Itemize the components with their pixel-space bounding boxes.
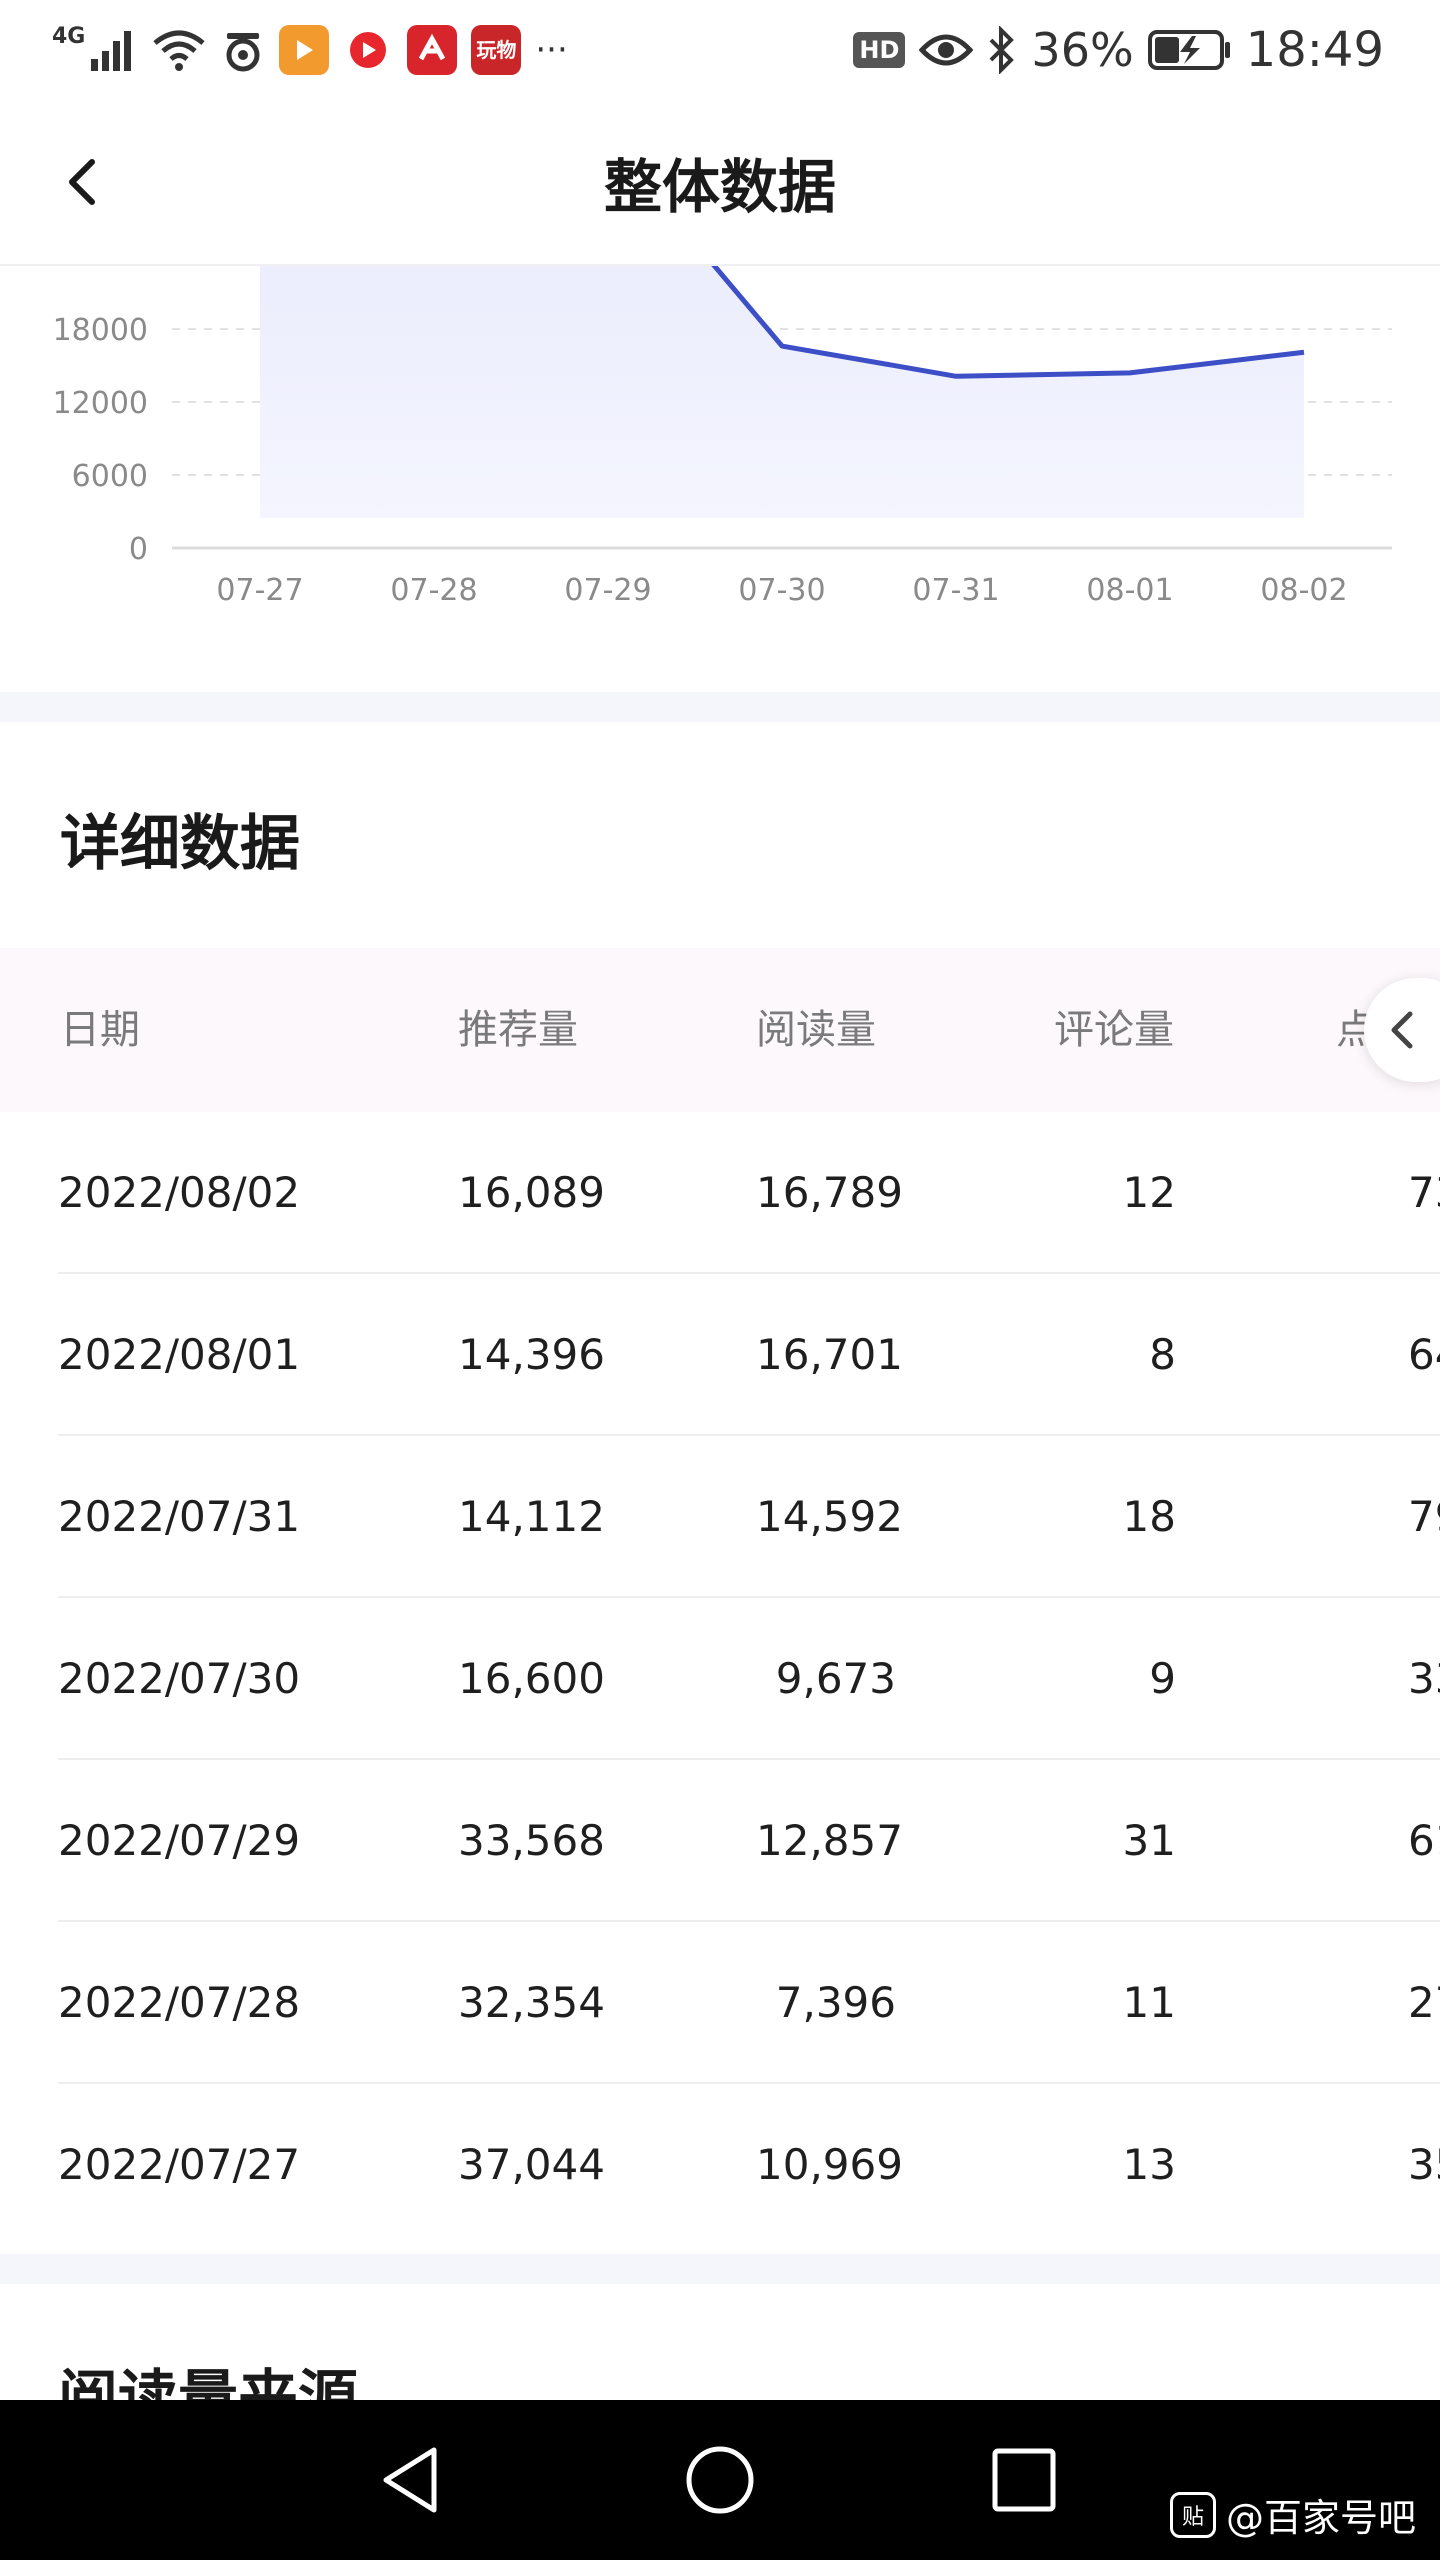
col-header-comment: 评论量 (1054, 1007, 1174, 1053)
col-header-read: 阅读量 (756, 1007, 876, 1053)
nav-recent-button[interactable] (984, 2440, 1064, 2520)
cell-comment: 11 (1122, 1978, 1176, 2027)
watermark-logo: 贴 (1169, 2491, 1216, 2538)
cell-comment: 9 (1149, 1654, 1176, 1703)
x-tick-label: 07-31 (912, 573, 999, 608)
news-app-icon (407, 25, 458, 75)
cell-recommend: 37,044 (458, 2140, 605, 2189)
cell-like: 79 (1408, 1492, 1440, 1541)
circle-home-icon (686, 2446, 754, 2514)
cell-recommend: 33,568 (458, 1816, 605, 1865)
table-row: 2022/07/31 14,112 14,592 18 79 (0, 1436, 1440, 1598)
signal-icon (91, 31, 132, 71)
trend-chart-svg: 0 6000 12000 18000 07-27 07-28 07-29 07-30 07-3… (53, 266, 1392, 608)
x-tick-label: 07-27 (216, 573, 303, 608)
chevron-left-icon (1391, 1011, 1413, 1049)
cell-like: 27 (1408, 1978, 1440, 2027)
table-row: 2022/07/27 37,044 10,969 13 35 (0, 2084, 1440, 2246)
cell-comment: 8 (1149, 1330, 1176, 1379)
cell-date: 2022/08/02 (58, 1168, 301, 1217)
trend-chart: 0 6000 12000 18000 07-27 07-28 07-29 07-30 07-3… (0, 266, 1440, 686)
table-row: 2022/07/30 16,600 9,673 9 33 (0, 1598, 1440, 1760)
cell-read: 16,789 (756, 1168, 903, 1217)
page-title: 整体数据 (603, 153, 836, 221)
status-bar: 4G 玩物 ··· HD 36% 18:49 (0, 0, 1440, 100)
battery-percent: 36% (1031, 23, 1134, 77)
watermark: 贴 @百家号吧 (1169, 2487, 1416, 2542)
square-recent-icon (992, 2448, 1056, 2512)
cell-read: 7,396 (775, 1978, 896, 2027)
x-tick-label: 08-02 (1260, 573, 1347, 608)
watermark-text: @百家号吧 (1225, 2496, 1416, 2540)
network-type: 4G (52, 24, 86, 49)
cell-like: 64 (1408, 1330, 1440, 1379)
video-app-icon (279, 25, 330, 75)
more-notifications: ··· (535, 30, 568, 70)
cell-recommend: 14,112 (458, 1492, 605, 1541)
nav-back-button[interactable] (372, 2440, 452, 2520)
table-row: 2022/07/28 32,354 7,396 11 27 (0, 1922, 1440, 2084)
cell-like: 35 (1408, 2140, 1440, 2189)
cell-recommend: 16,600 (458, 1654, 605, 1703)
cell-read: 14,592 (756, 1492, 903, 1541)
hd-icon: HD (853, 32, 906, 68)
eye-icon (919, 34, 974, 66)
cell-read: 12,857 (756, 1816, 903, 1865)
cell-date: 2022/07/27 (58, 2140, 301, 2189)
cell-read: 9,673 (775, 1654, 896, 1703)
cell-date: 2022/08/01 (58, 1330, 301, 1379)
cell-comment: 13 (1122, 2140, 1176, 2189)
triangle-back-icon (383, 2447, 437, 2513)
cell-comment: 18 (1122, 1492, 1176, 1541)
cell-date: 2022/07/30 (58, 1654, 301, 1703)
x-tick-label: 07-29 (564, 573, 651, 608)
col-header-date: 日期 (60, 1007, 140, 1053)
cell-recommend: 14,396 (458, 1330, 605, 1379)
col-header-recommend: 推荐量 (458, 1007, 578, 1053)
detail-section-title: 详细数据 (60, 809, 300, 879)
music-app-icon (343, 25, 394, 75)
camera-app-icon (226, 33, 260, 72)
cell-like: 73 (1408, 1168, 1440, 1217)
x-tick-label: 07-28 (390, 573, 477, 608)
cell-recommend: 32,354 (458, 1978, 605, 2027)
x-tick-label: 08-01 (1086, 573, 1173, 608)
cell-like: 33 (1408, 1654, 1440, 1703)
cell-recommend: 16,089 (458, 1168, 605, 1217)
cell-read: 16,701 (756, 1330, 903, 1379)
cell-comment: 31 (1122, 1816, 1176, 1865)
series-area (260, 266, 1304, 518)
wifi-icon (153, 30, 205, 71)
section-divider (0, 692, 1440, 722)
clock-time: 18:49 (1245, 22, 1384, 78)
cell-date: 2022/07/28 (58, 1978, 301, 2027)
status-left: 4G 玩物 ··· (52, 16, 568, 84)
cell-comment: 12 (1122, 1168, 1176, 1217)
section-divider (0, 2254, 1440, 2284)
table-row: 2022/07/29 33,568 12,857 31 61 (0, 1760, 1440, 1922)
system-navigation-bar: 贴 @百家号吧 (0, 2400, 1440, 2560)
y-tick-label: 12000 (53, 386, 148, 421)
table-row: 2022/08/02 16,089 16,789 12 73 (0, 1112, 1440, 1274)
bluetooth-icon (990, 26, 1015, 74)
table-row: 2022/08/01 14,396 16,701 8 64 (0, 1274, 1440, 1436)
cell-read: 10,969 (756, 2140, 903, 2189)
nav-header: 整体数据 (0, 100, 1440, 266)
y-tick-label: 18000 (53, 313, 148, 348)
cell-date: 2022/07/29 (58, 1816, 301, 1865)
cell-like: 61 (1408, 1816, 1440, 1865)
cell-date: 2022/07/31 (58, 1492, 301, 1541)
battery-charging-icon (1147, 30, 1230, 70)
table-header: 日期 推荐量 阅读量 评论量 点赞 (0, 948, 1440, 1112)
y-tick-label: 6000 (72, 459, 148, 494)
y-tick-label: 0 (129, 532, 148, 567)
shopping-app-icon: 玩物 (471, 25, 522, 75)
status-right: HD 36% 18:49 (853, 16, 1384, 84)
nav-home-button[interactable] (680, 2440, 760, 2520)
x-tick-label: 07-30 (738, 573, 825, 608)
